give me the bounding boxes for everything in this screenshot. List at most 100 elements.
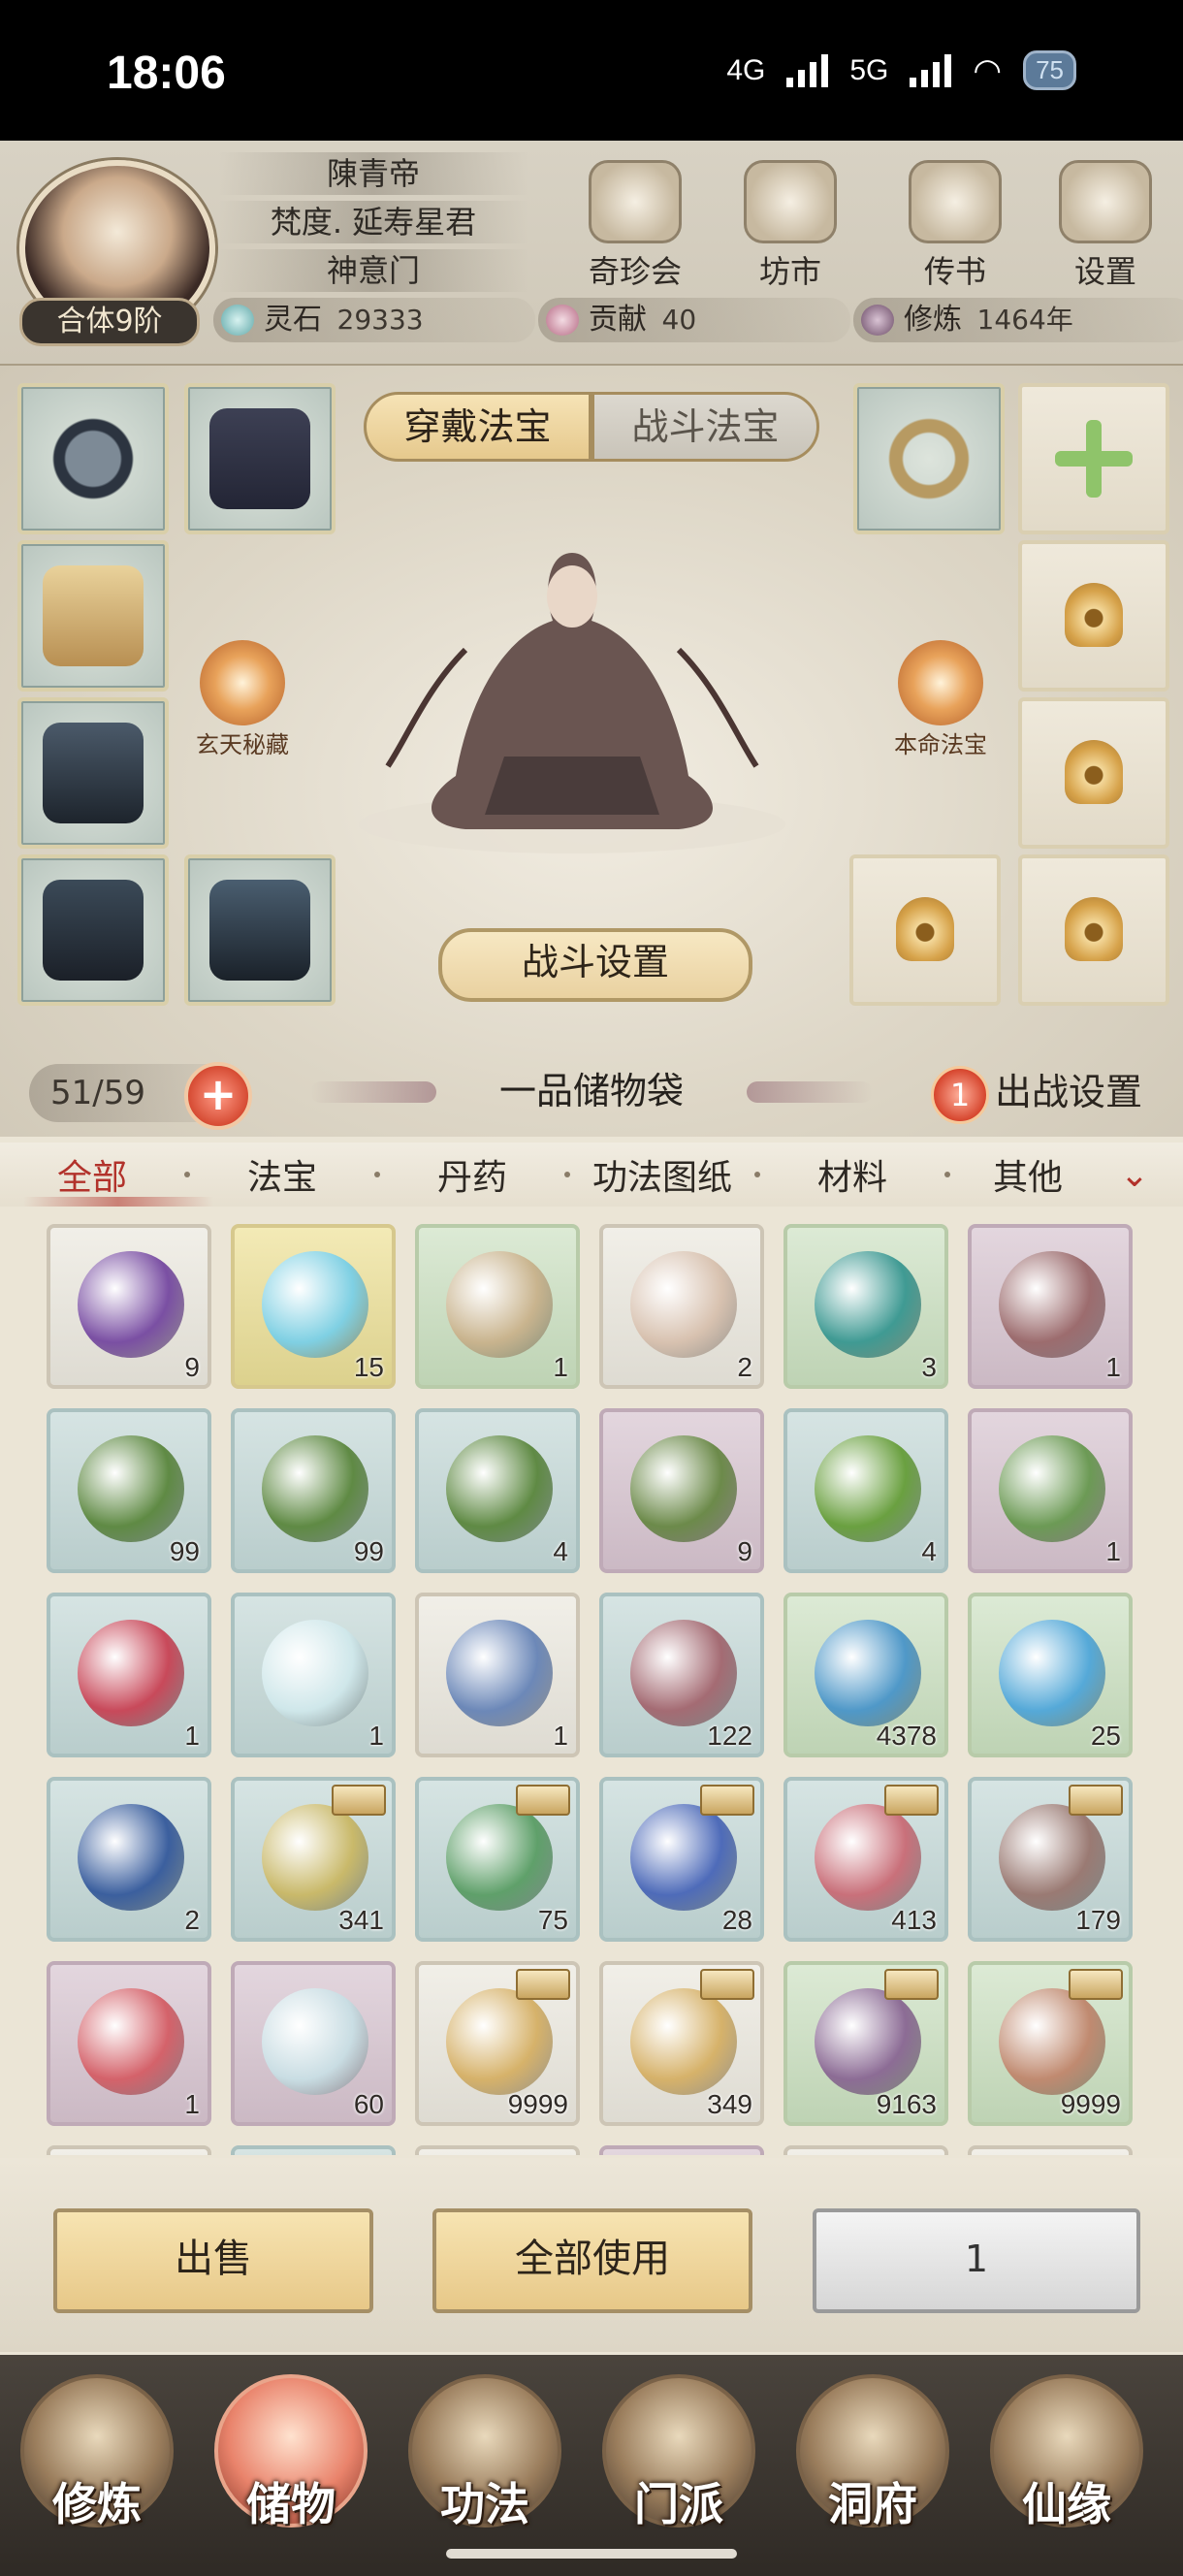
item-slot[interactable]: 1 — [231, 1593, 396, 1757]
nav-skills[interactable]: 功法 — [398, 2374, 572, 2568]
item-grid: 9 15 1 2 3 1 99 99 4 9 4 1 1 1 1 122 4378 25 2 341 75 28 413 17… — [47, 1224, 1136, 2155]
lock-icon — [1065, 583, 1123, 647]
item-slot[interactable] — [599, 2145, 764, 2155]
item-slot[interactable] — [783, 2145, 948, 2155]
nav-cave[interactable]: 洞府 — [785, 2374, 960, 2568]
item-slot[interactable]: 25 — [968, 1593, 1133, 1757]
tab-treasure[interactable]: 法宝 — [190, 1149, 374, 1200]
market-button[interactable]: 坊市 — [732, 160, 848, 290]
cultivation-icon — [861, 305, 894, 336]
item-slot[interactable]: 4 — [783, 1408, 948, 1573]
boots-icon — [209, 880, 310, 981]
locked-slot[interactable] — [1018, 540, 1169, 692]
treasure-box-icon — [516, 1785, 570, 1816]
locked-slot[interactable] — [1018, 697, 1169, 849]
item-slot[interactable]: 349 — [599, 1961, 764, 2126]
ring-slot[interactable] — [853, 383, 1005, 534]
tab-other[interactable]: 其他 — [950, 1149, 1105, 1200]
necklace-icon — [43, 408, 144, 509]
item-slot[interactable] — [415, 2145, 580, 2155]
item-slot[interactable]: 9163 — [783, 1961, 948, 2126]
item-slot[interactable]: 4 — [415, 1408, 580, 1573]
item-slot[interactable]: 99 — [231, 1408, 396, 1573]
item-slot[interactable]: 341 — [231, 1777, 396, 1942]
item-slot[interactable] — [47, 2145, 211, 2155]
item-slot[interactable]: 15 — [231, 1224, 396, 1389]
item-slot[interactable]: 75 — [415, 1777, 580, 1942]
item-slot[interactable]: 1 — [968, 1408, 1133, 1573]
item-slot[interactable]: 9999 — [968, 1961, 1133, 2126]
item-icon — [815, 1804, 921, 1911]
battle-settings-button[interactable]: 战斗设置 — [438, 928, 752, 1002]
mystic-storage-button[interactable]: 玄天秘藏 — [175, 640, 310, 759]
tab-materials[interactable]: 材料 — [760, 1149, 944, 1200]
item-slot[interactable]: 4378 — [783, 1593, 948, 1757]
item-slot[interactable]: 2 — [47, 1777, 211, 1942]
deploy-settings-button[interactable]: 1 出战设置 — [931, 1062, 1164, 1124]
gloves-slot[interactable] — [17, 697, 169, 849]
robe-slot[interactable] — [17, 540, 169, 692]
quantity-input[interactable]: 1 — [813, 2208, 1140, 2313]
treasure-pavilion-button[interactable]: 奇珍会 — [577, 160, 693, 290]
natal-treasure-button[interactable]: 本命法宝 — [873, 640, 1008, 759]
item-quantity: 25 — [1090, 1721, 1121, 1751]
locked-slot[interactable] — [849, 854, 1001, 1006]
item-slot[interactable]: 413 — [783, 1777, 948, 1942]
add-slot-button[interactable] — [1018, 383, 1169, 534]
item-slot[interactable]: 2 — [599, 1224, 764, 1389]
item-quantity: 1 — [368, 1721, 384, 1751]
letter-button[interactable]: 传书 — [897, 160, 1013, 290]
item-slot[interactable]: 122 — [599, 1593, 764, 1757]
item-slot[interactable]: 1 — [415, 1593, 580, 1757]
locked-slot[interactable] — [1018, 854, 1169, 1006]
item-slot[interactable]: 28 — [599, 1777, 764, 1942]
item-icon — [999, 1435, 1105, 1542]
hat-slot[interactable] — [184, 383, 336, 534]
gloves-icon — [43, 723, 144, 823]
item-slot[interactable]: 1 — [47, 1961, 211, 2126]
item-icon — [262, 1435, 368, 1542]
tab-wear-treasure[interactable]: 穿戴法宝 — [364, 392, 592, 462]
item-slot[interactable]: 9999 — [415, 1961, 580, 2126]
nav-fate[interactable]: 仙缘 — [979, 2374, 1154, 2568]
boots-slot[interactable] — [184, 854, 336, 1006]
net1-label: 4G — [726, 53, 766, 86]
item-slot[interactable]: 1 — [968, 1224, 1133, 1389]
sell-button[interactable]: 出售 — [53, 2208, 373, 2313]
item-icon — [78, 1988, 184, 2095]
tab-all[interactable]: 全部 — [0, 1149, 184, 1200]
item-slot[interactable]: 60 — [231, 1961, 396, 2126]
item-slot[interactable]: 1 — [47, 1593, 211, 1757]
item-slot[interactable]: 99 — [47, 1408, 211, 1573]
nav-storage[interactable]: 储物 — [204, 2374, 378, 2568]
nav-cultivate[interactable]: 修炼 — [10, 2374, 184, 2568]
tab-battle-treasure[interactable]: 战斗法宝 — [592, 392, 819, 462]
tab-manuals[interactable]: 功法图纸 — [570, 1149, 754, 1200]
lock-icon — [1065, 740, 1123, 804]
nav-sect[interactable]: 门派 — [592, 2374, 766, 2568]
item-quantity: 60 — [353, 2089, 384, 2119]
item-slot[interactable] — [231, 2145, 396, 2155]
item-quantity: 1 — [553, 1721, 568, 1751]
gear-icon — [1059, 160, 1152, 243]
pants-slot[interactable] — [17, 854, 169, 1006]
item-icon — [815, 1988, 921, 2095]
item-quantity: 179 — [1075, 1905, 1121, 1935]
necklace-slot[interactable] — [17, 383, 169, 534]
item-quantity: 413 — [891, 1905, 937, 1935]
settings-button[interactable]: 设置 — [1047, 160, 1164, 290]
use-all-button[interactable]: 全部使用 — [432, 2208, 752, 2313]
item-slot[interactable]: 3 — [783, 1224, 948, 1389]
signal-indicators: 4G 5G ◠ 75 — [726, 50, 1076, 90]
item-slot[interactable]: 1 — [415, 1224, 580, 1389]
chevron-down-icon[interactable]: ⌄ — [1105, 1155, 1164, 1195]
item-icon — [446, 1251, 553, 1358]
item-slot[interactable]: 9 — [47, 1224, 211, 1389]
item-slot[interactable]: 9 — [599, 1408, 764, 1573]
item-slot[interactable]: 179 — [968, 1777, 1133, 1942]
tab-pills[interactable]: 丹药 — [380, 1149, 564, 1200]
item-quantity: 9163 — [876, 2089, 937, 2119]
expand-bag-button[interactable]: + — [184, 1062, 252, 1130]
item-slot[interactable] — [968, 2145, 1133, 2155]
item-quantity: 9999 — [507, 2089, 568, 2119]
